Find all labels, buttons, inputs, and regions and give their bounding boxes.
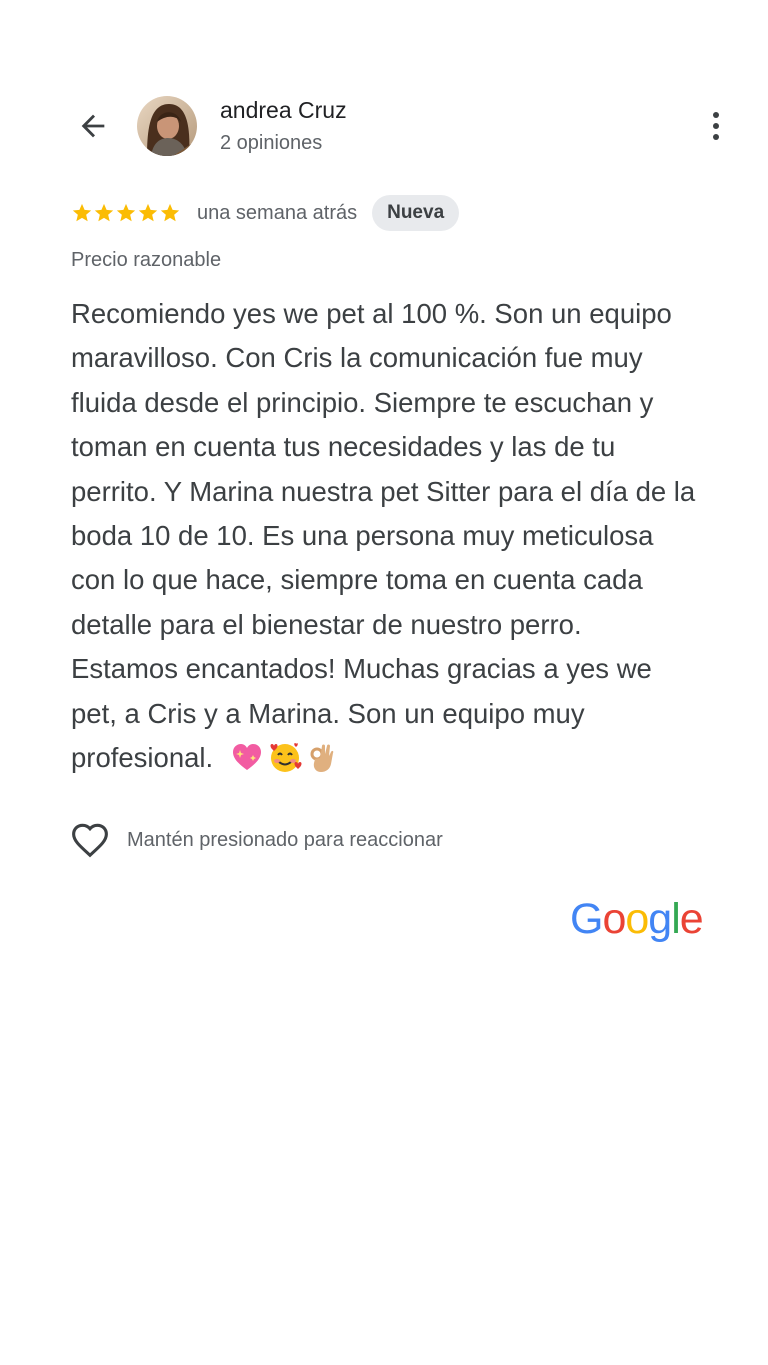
star-icon (72, 203, 92, 222)
review-text-line: Recomiendo yes we pet al 100 %. Son un e… (71, 298, 672, 329)
reaction-row[interactable]: Mantén presionado para reaccionar (70, 820, 443, 860)
react-button[interactable] (70, 820, 110, 860)
avatar-image (137, 96, 197, 156)
arrow-back-icon (81, 114, 105, 138)
review-text-line: maravilloso. Con Cris la comunicación fu… (71, 342, 643, 374)
review-emojis (230, 740, 336, 774)
star-icon (116, 203, 136, 222)
review-text-line: pet, a Cris y a Marina. Son un equipo mu… (71, 697, 585, 729)
review-text-line: Estamos encantados! Muchas gracias a yes… (71, 653, 652, 685)
review-text-line: detalle para el bienestar de nuestro per… (71, 608, 582, 640)
google-logo-letter: G (570, 895, 603, 943)
star-rating (71, 202, 181, 224)
review-header: andrea Cruz 2 opiniones (0, 90, 768, 162)
review-text-line: fluida desde el principio. Siempre te es… (71, 386, 654, 418)
more-vert-icon-dot (713, 134, 719, 140)
review-meta: una semana atrás Nueva (71, 194, 460, 232)
review-text-line: toman en cuenta tus necesidades y las de… (71, 431, 616, 463)
google-logo-letter: l (671, 895, 681, 943)
google-logo-letter: e (679, 895, 704, 943)
review-body: Recomiendo yes we pet al 100 %. Son un e… (71, 292, 741, 780)
more-vert-icon-dot (713, 123, 719, 129)
more-options-button[interactable] (700, 104, 732, 148)
google-logo: Google (570, 890, 704, 948)
reaction-hint: Mantén presionado para reaccionar (127, 828, 443, 851)
price-attribute: Precio razonable (71, 249, 222, 271)
star-icon (138, 203, 158, 222)
review-time: una semana atrás (197, 201, 358, 224)
avatar[interactable] (137, 96, 197, 156)
review-text-line: con lo que hace, siempre toma en cuenta … (71, 564, 643, 596)
review-text-line: perrito. Y Marina nuestra pet Sitter par… (71, 475, 696, 507)
sparkling-heart-icon (233, 744, 261, 770)
smiling-face-with-hearts-icon (270, 743, 302, 772)
star-icon (160, 203, 180, 222)
new-badge: Nueva (372, 195, 460, 231)
google-logo-letter: o (602, 895, 626, 943)
star-icon (94, 203, 114, 222)
back-button[interactable] (70, 106, 116, 146)
review-text-line: boda 10 de 10. Es una persona muy meticu… (71, 520, 654, 552)
reviewer-name[interactable]: andrea Cruz (220, 97, 347, 124)
review-text-line: profesional. (71, 742, 214, 774)
google-logo-letter: g (648, 895, 672, 943)
ok-hand-icon (310, 744, 334, 772)
more-vert-icon (713, 112, 719, 118)
heart-outline-icon (72, 823, 108, 858)
google-logo-letter: o (625, 895, 649, 943)
reviewer-review-count[interactable]: 2 opiniones (220, 132, 322, 155)
